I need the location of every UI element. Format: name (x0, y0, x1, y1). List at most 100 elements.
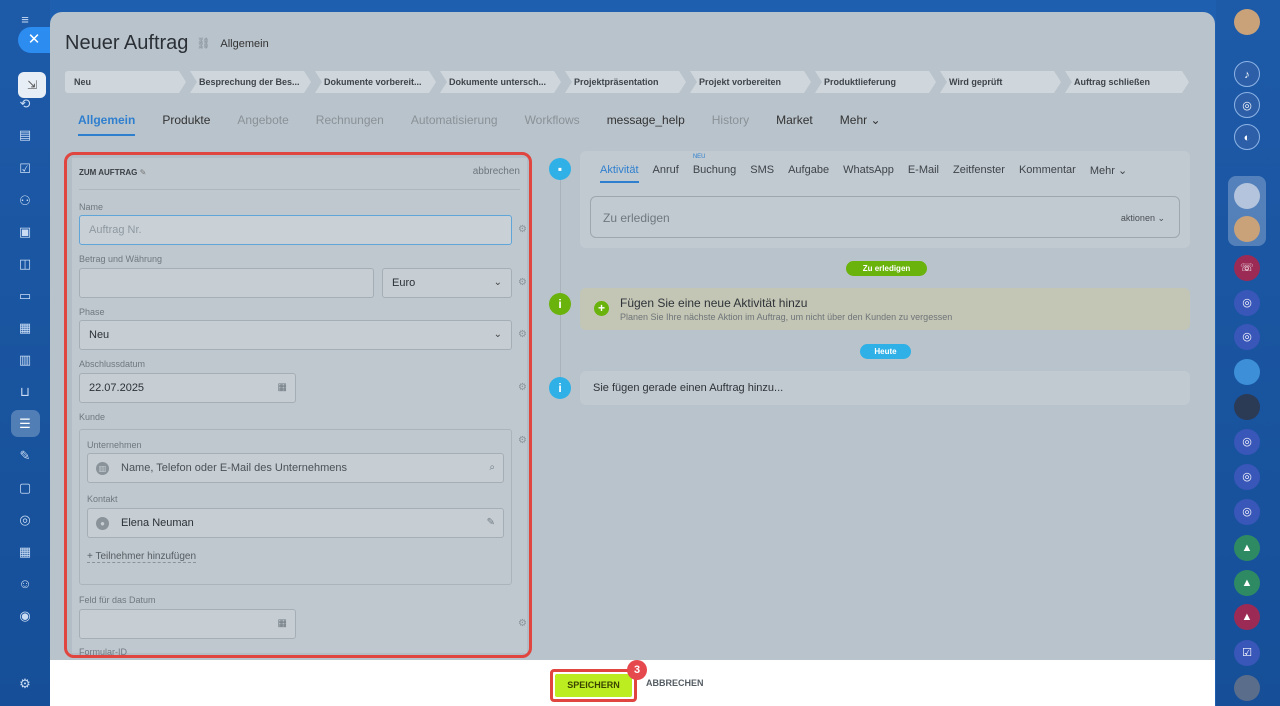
cart-icon[interactable]: ⊔ (17, 384, 33, 400)
stage-bar: Neu Besprechung der Bes... Dokumente vor… (65, 71, 1193, 93)
close-date-input[interactable]: 22.07.2025 ▦ (79, 373, 296, 403)
stage-projektpraesentation[interactable]: Projektpräsentation (565, 71, 686, 93)
phase-select[interactable]: Neu ⌄ (79, 320, 512, 350)
chat-icon[interactable]: ◫ (17, 256, 33, 272)
channel-icon[interactable]: ◎ (1234, 464, 1260, 490)
widget-icon[interactable]: ◎ (17, 512, 33, 528)
stage-dokumente-unterschreiben[interactable]: Dokumente untersch... (440, 71, 561, 93)
gear-icon[interactable]: ⚙ (518, 382, 527, 393)
company-search-input[interactable]: ▥ Name, Telefon oder E-Mail des Unterneh… (87, 453, 504, 483)
lock-icon[interactable]: ▲ (1234, 570, 1260, 596)
datefield-input[interactable]: ▦ (79, 609, 296, 639)
currency-select[interactable]: Euro ⌄ (382, 268, 512, 298)
add-participant-link[interactable]: + Teilnehmer hinzufügen (87, 551, 197, 563)
channel-icon[interactable]: ◎ (1234, 499, 1260, 525)
tab-allgemein[interactable]: Allgemein (78, 112, 136, 136)
gear-icon[interactable]: ⚙ (518, 277, 527, 288)
contacts-icon[interactable]: ⚇ (17, 193, 33, 209)
chat-avatar[interactable] (1234, 216, 1260, 242)
robot-icon[interactable]: ☺ (17, 576, 33, 592)
gear-icon[interactable]: ⚙ (518, 618, 527, 629)
tab-automatisierung[interactable]: Automatisierung (411, 112, 498, 136)
save-button[interactable]: SPEICHERN (555, 674, 632, 697)
user-avatar[interactable] (1234, 9, 1260, 35)
cancel-button[interactable]: ABBRECHEN (646, 678, 704, 688)
name-input[interactable]: Auftrag Nr. (79, 215, 512, 245)
notifications-icon[interactable]: ♪ (1234, 61, 1260, 87)
target-icon[interactable]: ◉ (17, 608, 33, 624)
section-cancel-link[interactable]: abbrechen (473, 166, 520, 177)
documents-icon[interactable]: ▣ (17, 224, 33, 240)
stage-neu[interactable]: Neu (65, 71, 186, 93)
stage-projekt-vorbereiten[interactable]: Projekt vorbereiten (690, 71, 811, 93)
funnel-icon[interactable]: ☰ (17, 416, 33, 432)
tab-market[interactable]: Market (776, 112, 813, 136)
activity-tab-buchung[interactable]: NEU Buchung (693, 154, 736, 183)
stage-dokumente-vorbereiten[interactable]: Dokumente vorbereit... (315, 71, 436, 93)
gear-icon[interactable]: ⚙ (518, 435, 527, 446)
contact-input[interactable]: ● Elena Neuman ✎ (87, 508, 504, 538)
messages-icon[interactable]: ◐ (1234, 124, 1260, 150)
stage-auftrag-schliessen[interactable]: Auftrag schließen (1065, 71, 1189, 93)
activity-tab-email[interactable]: E-Mail (908, 164, 939, 183)
chat-avatar[interactable] (1234, 675, 1260, 701)
stage-produktlieferung[interactable]: Produktlieferung (815, 71, 936, 93)
analytics-icon[interactable]: ▥ (17, 352, 33, 368)
info-icon: i (549, 377, 571, 399)
settings-icon[interactable]: ⚙ (17, 676, 33, 692)
channel-icon[interactable]: ◎ (1234, 324, 1260, 350)
tab-workflows[interactable]: Workflows (525, 112, 580, 136)
openlines-icon[interactable]: ◎ (1234, 92, 1260, 118)
lock-icon[interactable]: ▲ (1234, 604, 1260, 630)
stage-besprechung[interactable]: Besprechung der Bes... (190, 71, 311, 93)
gear-icon[interactable]: ⚙ (518, 224, 527, 235)
collapse-icon[interactable]: ⇲ (18, 72, 46, 98)
channel-icon[interactable]: ◎ (1234, 290, 1260, 316)
add-activity-hint[interactable]: + Fügen Sie eine neue Aktivität hinzu Pl… (580, 288, 1190, 330)
stage-wird-geprueft[interactable]: Wird geprüft (940, 71, 1061, 93)
activity-tab-mehr[interactable]: Mehr ⌄ (1090, 164, 1127, 183)
amount-input[interactable] (79, 268, 374, 298)
check-icon[interactable]: ☑ (1234, 640, 1260, 666)
activity-tab-zeitfenster[interactable]: Zeitfenster (953, 164, 1005, 183)
search-icon[interactable]: ⌕ (489, 454, 495, 482)
calendar-icon[interactable]: ▦ (278, 374, 287, 402)
edit-icon[interactable]: ✎ (17, 448, 33, 464)
link-icon[interactable]: ⛓ (196, 37, 210, 50)
tasks-icon[interactable]: ▤ (17, 127, 33, 143)
checklist-icon[interactable]: ☑ (17, 161, 33, 177)
card-icon[interactable]: ▭ (17, 288, 33, 304)
tab-message-help[interactable]: message_help (607, 112, 685, 136)
activity-icon[interactable]: ⟲ (17, 96, 33, 112)
activity-tab-whatsapp[interactable]: WhatsApp (843, 164, 894, 183)
chat-avatar[interactable] (1234, 394, 1260, 420)
menu-icon[interactable]: ≡ (17, 12, 33, 28)
tab-rechnungen[interactable]: Rechnungen (316, 112, 384, 136)
plus-icon[interactable]: + (594, 301, 609, 316)
calendar-icon[interactable]: ▦ (278, 610, 287, 638)
calendar-icon[interactable]: ▦ (17, 544, 33, 560)
call-icon[interactable]: ☏ (1234, 255, 1260, 281)
close-slider-button[interactable]: ✕ (18, 27, 50, 53)
chat-avatar[interactable] (1234, 359, 1260, 385)
activity-tab-aufgabe[interactable]: Aufgabe (788, 164, 829, 183)
mail-icon[interactable]: ▢ (17, 480, 33, 496)
pencil-icon[interactable]: ✎ (140, 168, 147, 177)
tab-mehr[interactable]: Mehr ⌄ (840, 112, 881, 136)
activity-tab-aktivitaet[interactable]: Aktivität (600, 164, 639, 183)
tab-history[interactable]: History (712, 112, 749, 136)
activity-tab-anruf[interactable]: Anruf (653, 164, 679, 183)
chat-avatar[interactable] (1234, 183, 1260, 209)
tab-produkte[interactable]: Produkte (162, 112, 210, 136)
lock-icon[interactable]: ▲ (1234, 535, 1260, 561)
pencil-icon[interactable]: ✎ (487, 509, 495, 537)
monitor-icon[interactable]: ▦ (17, 320, 33, 336)
hint-title: Fügen Sie eine neue Aktivität hinzu (620, 296, 808, 310)
gear-icon[interactable]: ⚙ (518, 329, 527, 340)
todo-actions-dropdown[interactable]: aktionen ⌄ (1121, 213, 1165, 224)
tab-angebote[interactable]: Angebote (237, 112, 288, 136)
todo-input[interactable]: Zu erledigen aktionen ⌄ (590, 196, 1180, 238)
channel-icon[interactable]: ◎ (1234, 429, 1260, 455)
activity-tab-kommentar[interactable]: Kommentar (1019, 164, 1076, 183)
activity-tab-sms[interactable]: SMS (750, 164, 774, 183)
